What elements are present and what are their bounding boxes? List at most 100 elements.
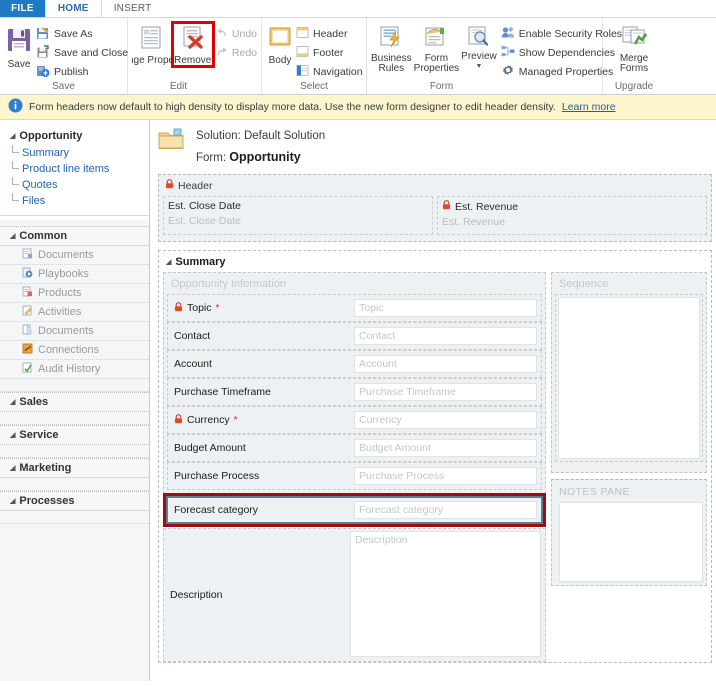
form-row-purchase-timeframe[interactable]: Purchase Timeframe Purchase Timeframe: [167, 378, 542, 406]
form-row-control[interactable]: Budget Amount: [354, 435, 541, 461]
notes-pane-panel[interactable]: NOTES PANE: [551, 479, 707, 586]
sidebar-entity-header[interactable]: ◢ Opportunity: [0, 128, 149, 145]
sidebar-item-audit-history[interactable]: Audit History: [0, 360, 149, 379]
input-topic[interactable]: Topic: [354, 299, 537, 317]
chevron-down-icon[interactable]: ▼: [475, 63, 482, 70]
sequence-input[interactable]: [558, 297, 700, 459]
sidebar-group-service[interactable]: ◢ Service: [0, 425, 149, 445]
triangle-down-icon[interactable]: ◢: [166, 258, 171, 266]
opportunity-information-panel[interactable]: Opportunity Information Topic * Topic Co…: [163, 272, 546, 494]
sidebar-group-processes[interactable]: ◢ Processes: [0, 491, 149, 511]
ribbon-group-save-title: Save: [52, 81, 75, 92]
save-as-button[interactable]: Save As: [36, 26, 128, 42]
sidebar-item-products[interactable]: Products: [0, 284, 149, 303]
navigation-icon: [296, 64, 309, 80]
triangle-down-icon: ◢: [10, 465, 16, 472]
input-account[interactable]: Account: [354, 355, 537, 373]
sidebar-item-files[interactable]: Files: [0, 193, 149, 209]
header-section[interactable]: Header Est. Close Date Est. Close Date E…: [158, 174, 712, 242]
business-rules-label: Business Rules: [371, 53, 412, 74]
required-asterisk-icon: *: [215, 302, 220, 314]
body-button[interactable]: Body: [266, 23, 294, 66]
form-row-control[interactable]: Topic: [354, 295, 541, 321]
tab-home[interactable]: HOME: [44, 0, 102, 17]
tab-insert[interactable]: INSERT: [102, 0, 164, 17]
sidebar-group-marketing[interactable]: ◢ Marketing: [0, 458, 149, 478]
form-row-budget-amount[interactable]: Budget Amount Budget Amount: [167, 434, 542, 462]
form-row-label-text: Currency: [187, 414, 230, 426]
field-est-close-date[interactable]: Est. Close Date Est. Close Date: [163, 196, 433, 235]
form-row-control[interactable]: Currency: [354, 407, 541, 433]
sidebar-group-sales[interactable]: ◢ Sales: [0, 392, 149, 412]
save-and-close-button[interactable]: Save and Close: [36, 44, 128, 61]
form-row-forecast-category[interactable]: Forecast category Forecast category: [166, 496, 543, 524]
input-purchase-process[interactable]: Purchase Process: [354, 467, 537, 485]
form-row-topic[interactable]: Topic * Topic: [167, 294, 542, 322]
ribbon: Save Save As Save and Close Publish Save…: [0, 18, 716, 95]
sidebar-item-playbooks[interactable]: Playbooks: [0, 265, 149, 284]
input-budget-amount[interactable]: Budget Amount: [354, 439, 537, 457]
sidebar-group-common[interactable]: ◢ Common: [0, 226, 149, 246]
preview-button[interactable]: Preview ▼: [461, 23, 497, 70]
sidebar-group-processes-label: Processes: [19, 495, 75, 507]
business-rules-button[interactable]: Business Rules: [371, 23, 412, 74]
form-row-account[interactable]: Account Account: [167, 350, 542, 378]
form-row-description[interactable]: Description Description: [163, 528, 546, 662]
form-row-control[interactable]: Forecast category: [354, 498, 541, 522]
documents-icon: [22, 324, 33, 338]
input-forecast-category[interactable]: Forecast category: [354, 501, 537, 519]
form-row-label: Topic *: [168, 295, 354, 321]
form-row-control[interactable]: Contact: [354, 323, 541, 349]
footer-button[interactable]: Footer: [296, 45, 363, 61]
form-row-purchase-process[interactable]: Purchase Process Purchase Process: [167, 462, 542, 490]
sidebar-item-quotes[interactable]: Quotes: [0, 177, 149, 193]
sidebar-item-documents[interactable]: Documents: [0, 246, 149, 265]
field-est-revenue[interactable]: Est. Revenue Est. Revenue: [437, 196, 707, 235]
form-properties-icon: [422, 25, 450, 52]
sequence-field[interactable]: [555, 294, 703, 462]
header-button[interactable]: Header: [296, 26, 363, 42]
input-purchase-timeframe[interactable]: Purchase Timeframe: [354, 383, 537, 401]
undo-button[interactable]: Undo: [216, 26, 257, 42]
remove-button[interactable]: Remove: [170, 21, 215, 68]
description-control[interactable]: Description: [350, 529, 545, 661]
sidebar-entity-block: ◢ Opportunity Summary Product line items…: [0, 120, 149, 220]
header-label: Header: [313, 28, 348, 40]
opportunity-information-title: Opportunity Information: [171, 278, 286, 290]
sidebar-item-connections[interactable]: Connections: [0, 341, 149, 360]
input-description[interactable]: Description: [350, 531, 541, 657]
sequence-panel[interactable]: Sequence: [551, 272, 707, 473]
form-row-control[interactable]: Purchase Process: [354, 463, 541, 489]
form-row-forecast-category-inner[interactable]: Forecast category Forecast category: [168, 498, 541, 522]
publish-button[interactable]: Publish: [36, 64, 128, 80]
form-row-control[interactable]: Purchase Timeframe: [354, 379, 541, 405]
show-dependencies-icon: [501, 45, 515, 61]
header-fields-row: Est. Close Date Est. Close Date Est. Rev…: [163, 196, 707, 235]
save-button[interactable]: Save: [4, 23, 34, 70]
summary-section[interactable]: ◢ Summary Opportunity Information Topic …: [158, 250, 712, 663]
navigation-button[interactable]: Navigation: [296, 64, 363, 80]
sidebar-spacer: [0, 379, 149, 392]
form-row-currency[interactable]: Currency * Currency: [167, 406, 542, 434]
input-currency[interactable]: Currency: [354, 411, 537, 429]
notes-pane-box[interactable]: [559, 502, 703, 582]
sidebar-item-summary[interactable]: Summary: [0, 145, 149, 161]
sidebar-item-product-line-items[interactable]: Product line items: [0, 161, 149, 177]
audit-history-icon: [22, 362, 33, 376]
form-properties-label: Form Properties: [413, 53, 460, 74]
sidebar-item-documents-2[interactable]: Documents: [0, 322, 149, 341]
notes-pane-title: NOTES PANE: [559, 486, 630, 498]
form-row-contact[interactable]: Contact Contact: [167, 322, 542, 350]
change-properties-button[interactable]: Change Properties: [132, 23, 171, 66]
form-row-control[interactable]: Account: [354, 351, 541, 377]
tab-file[interactable]: FILE: [0, 0, 45, 17]
input-contact[interactable]: Contact: [354, 327, 537, 345]
sidebar-item-activities[interactable]: Activities: [0, 303, 149, 322]
summary-section-title-row: ◢ Summary: [163, 255, 707, 272]
form-properties-button[interactable]: Form Properties: [413, 23, 460, 74]
solution-line: Solution: Default Solution: [196, 130, 326, 142]
triangle-down-icon: ◢: [10, 399, 16, 406]
redo-button[interactable]: Redo: [216, 45, 257, 61]
learn-more-link[interactable]: Learn more: [562, 101, 616, 113]
merge-forms-button[interactable]: Merge Forms: [610, 23, 658, 74]
